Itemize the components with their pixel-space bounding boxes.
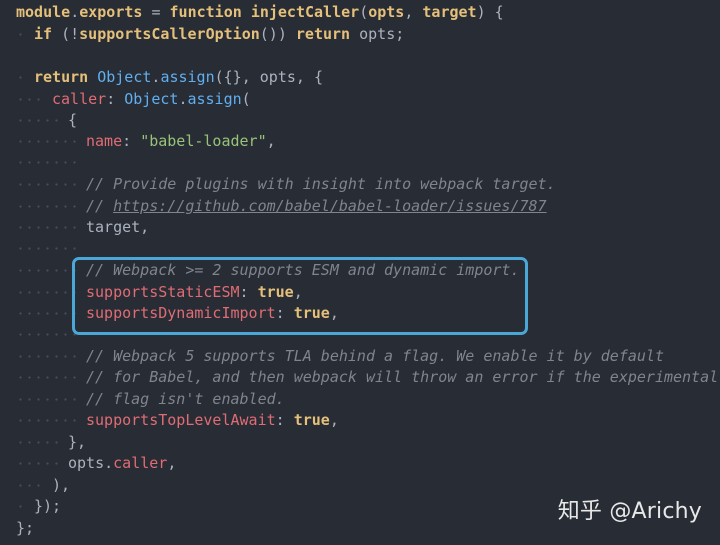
indent-guide	[16, 217, 79, 238]
code-comment: // for Babel, and then webpack will thro…	[86, 368, 719, 386]
code-token: supportsCallerOption	[79, 25, 260, 43]
code-token: return	[34, 68, 89, 86]
code-line: return Object.assign({}, opts, {	[34, 67, 323, 88]
code-token: ({}, opts, {	[214, 68, 323, 86]
code-line: // Provide plugins with insight into web…	[86, 174, 556, 195]
code-token: .	[104, 454, 114, 472]
code-line: });	[34, 496, 61, 517]
code-line: name: "babel-loader",	[86, 131, 276, 152]
code-token: function	[169, 3, 242, 21]
code-token: assign	[160, 68, 215, 86]
code-token: ),	[52, 476, 71, 494]
indent-guide	[16, 453, 61, 474]
code-line: {	[68, 110, 77, 131]
watermark: 知乎 @Arichy	[557, 499, 702, 524]
indent-guide	[16, 410, 79, 431]
code-editor[interactable]: module.exports = function injectCaller(o…	[0, 0, 720, 545]
code-comment: // Webpack 5 supports TLA behind a flag.…	[86, 347, 664, 365]
code-line: // Webpack 5 supports TLA behind a flag.…	[86, 346, 664, 367]
code-token: };	[16, 519, 35, 537]
code-line: module.exports = function injectCaller(o…	[16, 2, 504, 23]
code-token: },	[68, 433, 87, 451]
code-token: ())	[259, 25, 296, 43]
code-line: ),	[52, 475, 70, 496]
code-token: :	[275, 411, 294, 429]
code-token: true	[293, 411, 330, 429]
code-line: // https://github.com/babel/babel-loader…	[86, 196, 547, 217]
code-token: =	[142, 3, 170, 21]
code-token: caller	[113, 454, 168, 472]
indent-guide	[16, 196, 79, 217]
code-token: name	[86, 132, 123, 150]
indent-guide	[16, 475, 43, 496]
code-token: ) {	[476, 3, 504, 21]
indent-guide	[16, 174, 79, 195]
code-token: return	[295, 25, 351, 43]
code-token: ,	[266, 132, 276, 150]
code-token: :	[122, 132, 141, 150]
code-token: "babel-loader"	[140, 132, 267, 150]
code-line: };	[16, 518, 34, 539]
code-line: },	[68, 432, 86, 453]
indent-guide	[16, 389, 79, 410]
indent-guide	[16, 324, 79, 345]
code-token: (	[359, 3, 369, 21]
indent-guide	[16, 110, 61, 131]
code-token: ,	[167, 454, 177, 472]
code-line: opts.caller,	[68, 453, 176, 474]
code-token: Object	[124, 90, 179, 108]
indent-guide	[16, 238, 79, 259]
indent-guide	[16, 496, 25, 517]
code-line: if (!supportsCallerOption()) return opts…	[34, 24, 404, 45]
code-token: ,	[404, 3, 423, 21]
code-token: caller	[52, 90, 107, 108]
code-line: supportsTopLevelAwait: true,	[86, 410, 339, 431]
indent-guide	[16, 367, 79, 388]
code-token: assign	[187, 90, 242, 108]
code-token: supportsTopLevelAwait	[86, 411, 276, 429]
code-token: module	[16, 3, 71, 21]
code-token: :	[106, 90, 125, 108]
code-token: ,	[329, 411, 339, 429]
code-token: injectCaller	[250, 3, 360, 21]
code-line: // for Babel, and then webpack will thro…	[86, 367, 718, 388]
code-line: caller: Object.assign(	[52, 89, 251, 110]
indent-guide	[16, 303, 79, 324]
code-token: target,	[86, 218, 150, 236]
code-token: opts;	[350, 25, 405, 43]
code-comment: // Provide plugins with insight into web…	[86, 175, 556, 193]
code-comment: //	[86, 197, 114, 215]
code-token: Object	[97, 68, 152, 86]
indent-guide	[16, 346, 79, 367]
indent-guide	[16, 432, 61, 453]
code-line: target,	[86, 217, 149, 238]
code-token: opts	[68, 454, 105, 472]
code-token: target	[422, 3, 477, 21]
code-token: opts	[368, 3, 405, 21]
code-line: // flag isn't enabled.	[86, 389, 285, 410]
code-token: .	[70, 3, 80, 21]
indent-guide	[16, 131, 79, 152]
indent-guide	[16, 282, 79, 303]
highlight-box	[72, 257, 528, 335]
code-token: (!	[52, 25, 80, 43]
indent-guide	[16, 67, 25, 88]
comment-link[interactable]: https://github.com/babel/babel-loader/is…	[113, 197, 546, 215]
indent-guide	[16, 24, 25, 45]
code-token: });	[34, 497, 62, 515]
indent-guide	[16, 152, 79, 173]
code-token: {	[68, 111, 78, 129]
indent-guide	[16, 260, 79, 281]
code-token: if	[34, 25, 53, 43]
code-token: (	[241, 90, 251, 108]
indent-guide	[16, 89, 43, 110]
code-token: exports	[79, 3, 143, 21]
code-comment: // flag isn't enabled.	[86, 390, 285, 408]
